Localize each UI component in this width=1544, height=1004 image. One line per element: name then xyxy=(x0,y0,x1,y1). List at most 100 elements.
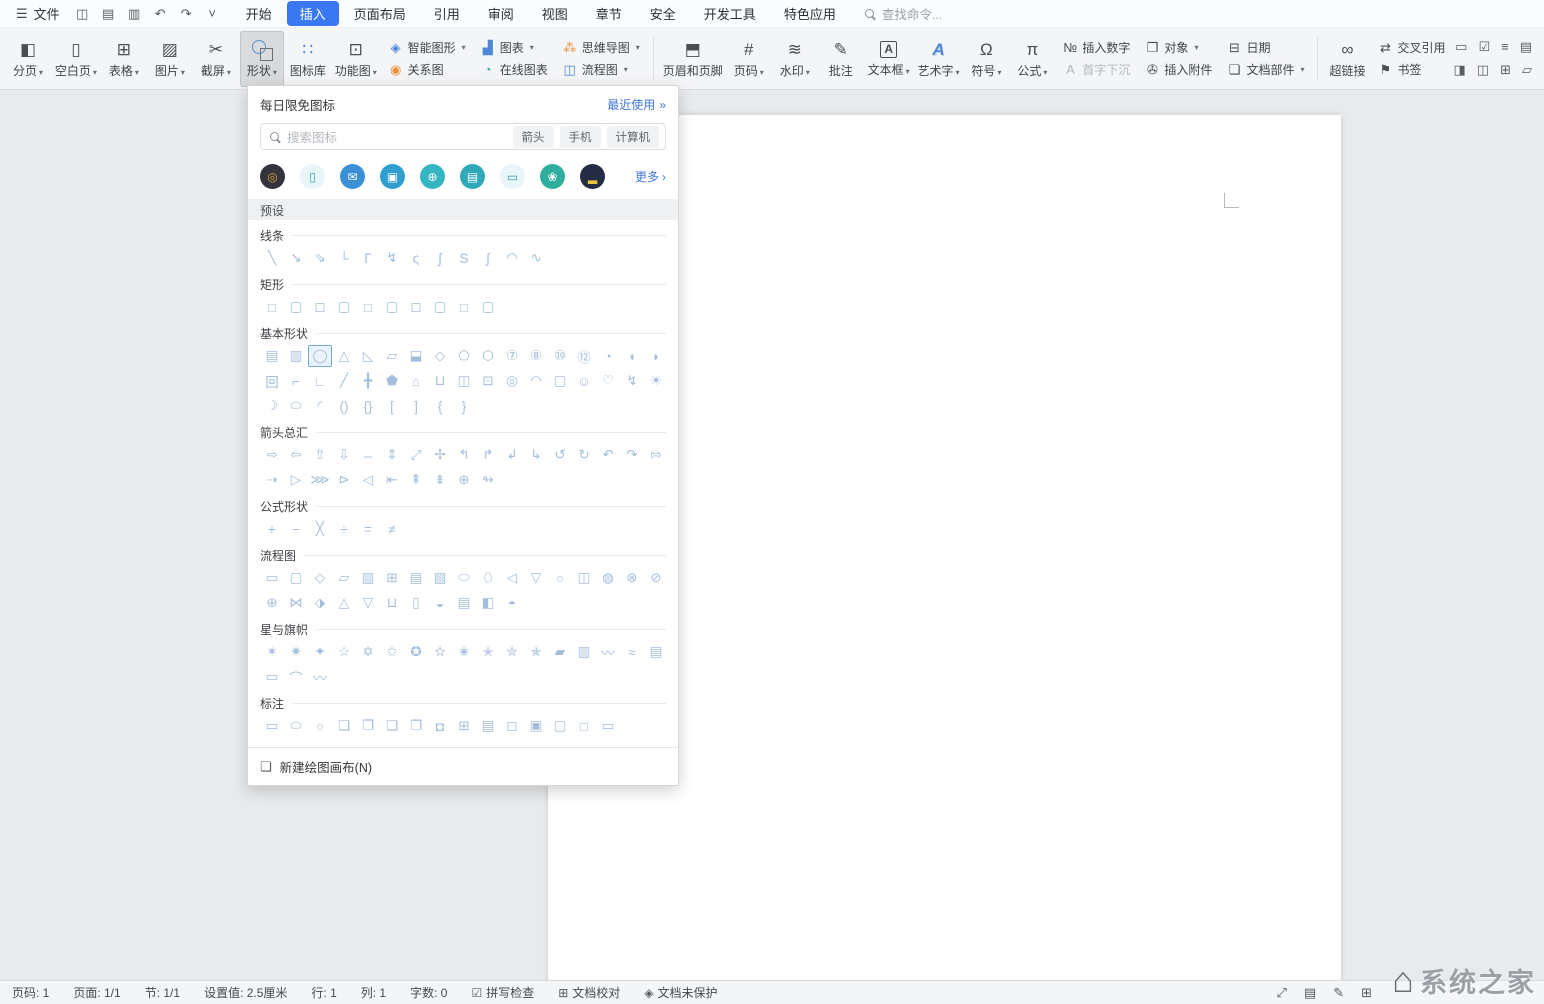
shape-item[interactable]: ↻ xyxy=(572,444,596,466)
shape-item[interactable]: ⇢ xyxy=(260,469,284,491)
shape-item[interactable]: ◫ xyxy=(452,370,476,392)
form-control-icon[interactable]: ≡ xyxy=(1501,39,1509,55)
shape-item[interactable]: ⬟ xyxy=(380,370,404,392)
shape-item[interactable]: ▭ xyxy=(260,715,284,737)
shape-item[interactable]: ✬ xyxy=(452,641,476,663)
shape-item[interactable]: ⊞ xyxy=(452,715,476,737)
shape-item[interactable]: ◍ xyxy=(596,567,620,589)
shape-item[interactable]: ⬗ xyxy=(308,592,332,614)
protection-status[interactable]: ◈文档未保护 xyxy=(644,984,717,1001)
shape-item[interactable]: ▱ xyxy=(380,345,404,367)
shape-item[interactable]: ╋ xyxy=(356,370,380,392)
watermark-button[interactable]: ≋水印▾ xyxy=(773,31,817,87)
shape-item[interactable]: ↘ xyxy=(284,247,308,269)
print-icon[interactable]: ▤ xyxy=(100,6,117,22)
shape-item[interactable]: ⇘ xyxy=(308,247,332,269)
shape-item[interactable]: ⋙ xyxy=(308,469,332,491)
shape-item[interactable]: [ xyxy=(380,395,404,417)
shape-item[interactable]: ▢ xyxy=(428,296,452,318)
shape-item[interactable]: ⊗ xyxy=(620,567,644,589)
shape-item[interactable]: ⤢ xyxy=(404,444,428,466)
shape-item[interactable]: ▢ xyxy=(284,567,308,589)
status-item[interactable]: 设置值: 2.5厘米 xyxy=(204,984,287,1001)
shape-item[interactable]: ⌐ xyxy=(284,370,308,392)
shape-item[interactable]: □ xyxy=(452,296,476,318)
icon-library-button[interactable]: ∷图标库 xyxy=(286,31,330,87)
shape-item[interactable]: ✢ xyxy=(428,444,452,466)
search-tag[interactable]: 箭头 xyxy=(513,126,554,148)
shape-item[interactable]: ◜ xyxy=(308,395,332,417)
shape-item[interactable]: ∟ xyxy=(308,370,332,392)
shape-item[interactable]: ⑧ xyxy=(524,345,548,367)
command-search[interactable]: 查找命令... xyxy=(865,4,942,23)
shape-item[interactable]: ❏ xyxy=(332,715,356,737)
daily-icon-monitor[interactable]: ▭ xyxy=(500,164,525,189)
shape-item[interactable]: ⊕ xyxy=(260,592,284,614)
shape-item[interactable]: ❐ xyxy=(356,715,380,737)
shape-item[interactable]: ⇔ xyxy=(356,444,380,466)
redo-icon[interactable]: ↷ xyxy=(178,6,195,22)
cross-reference-button[interactable]: ⇄交叉引用 xyxy=(1377,39,1445,56)
form-control-icon[interactable]: ▭ xyxy=(1455,39,1467,55)
shape-item[interactable]: ✯ xyxy=(524,641,548,663)
shape-item[interactable]: ↳ xyxy=(524,444,548,466)
spellcheck-toggle[interactable]: ☑拼写检查 xyxy=(471,984,534,1001)
shape-item[interactable]: ▤ xyxy=(260,345,284,367)
shape-item[interactable]: ∿ xyxy=(524,247,548,269)
shape-item[interactable]: ✩ xyxy=(380,641,404,663)
shape-item[interactable]: └ xyxy=(332,247,356,269)
shape-item[interactable]: □ xyxy=(572,715,596,737)
shape-item[interactable]: ▯ xyxy=(404,592,428,614)
date-button[interactable]: ⊟日期 xyxy=(1226,39,1304,56)
menu-tab[interactable]: 安全 xyxy=(637,1,689,26)
daily-icon-mail[interactable]: ✉ xyxy=(340,164,365,189)
smart-art-button[interactable]: ◈智能图形▾ xyxy=(388,39,466,56)
shape-item[interactable]: ↱ xyxy=(476,444,500,466)
shape-item[interactable]: ▣ xyxy=(524,715,548,737)
shape-item[interactable]: ⊞ xyxy=(380,567,404,589)
shape-item[interactable]: 〰 xyxy=(596,641,620,663)
daily-icon-plant[interactable]: ❀ xyxy=(540,164,565,189)
shape-item[interactable]: △ xyxy=(332,345,356,367)
shape-item[interactable]: {} xyxy=(356,395,380,417)
shape-item[interactable]: ▢ xyxy=(380,296,404,318)
form-control-icon[interactable]: ◨ xyxy=(1454,62,1466,78)
status-item[interactable]: 节: 1/1 xyxy=(145,984,180,1001)
shape-item[interactable]: ○ xyxy=(548,567,572,589)
online-chart-button[interactable]: ◔在线图表 xyxy=(480,61,548,78)
blank-page-button[interactable]: ▯空白页▾ xyxy=(52,31,100,87)
shape-item[interactable]: ▢ xyxy=(476,296,500,318)
shape-item[interactable]: ◘ xyxy=(428,715,452,737)
attachment-button[interactable]: ✇插入附件 xyxy=(1144,61,1212,78)
shape-item[interactable]: ⊳ xyxy=(332,469,356,491)
shape-item[interactable]: ▧ xyxy=(428,567,452,589)
shape-item[interactable]: ⊕ xyxy=(452,469,476,491)
shape-item[interactable]: ▤ xyxy=(476,715,500,737)
wordart-button[interactable]: A艺术字▾ xyxy=(915,31,963,87)
shape-item[interactable]: ▷ xyxy=(284,469,308,491)
shape-item[interactable]: = xyxy=(356,518,380,540)
shape-item[interactable]: ▰ xyxy=(548,641,572,663)
shape-item[interactable]: ✷ xyxy=(284,641,308,663)
shape-item[interactable]: 〰 xyxy=(308,666,332,688)
shape-item[interactable]: ✶ xyxy=(260,641,284,663)
daily-icon-book[interactable]: ▤ xyxy=(460,164,485,189)
shape-item[interactable]: ◇ xyxy=(308,567,332,589)
shape-item[interactable]: ◠ xyxy=(524,370,548,392)
shape-item[interactable]: ▤ xyxy=(452,592,476,614)
shape-item[interactable]: ☆ xyxy=(332,641,356,663)
shape-item[interactable]: ↬ xyxy=(476,469,500,491)
menu-tab[interactable]: 开发工具 xyxy=(691,1,769,26)
shape-item[interactable]: ▽ xyxy=(356,592,380,614)
shape-item[interactable]: ▤ xyxy=(644,641,668,663)
shape-item[interactable]: ⑫ xyxy=(572,345,596,367)
undo-icon[interactable]: ↶ xyxy=(152,6,169,22)
shape-item[interactable]: ⇦ xyxy=(284,444,308,466)
textbox-button[interactable]: A文本框▾ xyxy=(865,31,913,87)
search-tag[interactable]: 计算机 xyxy=(607,126,660,148)
shape-item[interactable]: ▽ xyxy=(524,567,548,589)
insert-number-button[interactable]: №插入数字 xyxy=(1062,39,1130,56)
shape-item[interactable]: Γ xyxy=(356,247,380,269)
shape-item[interactable]: ⌒ xyxy=(284,666,308,688)
shape-item[interactable]: ⬓ xyxy=(404,345,428,367)
